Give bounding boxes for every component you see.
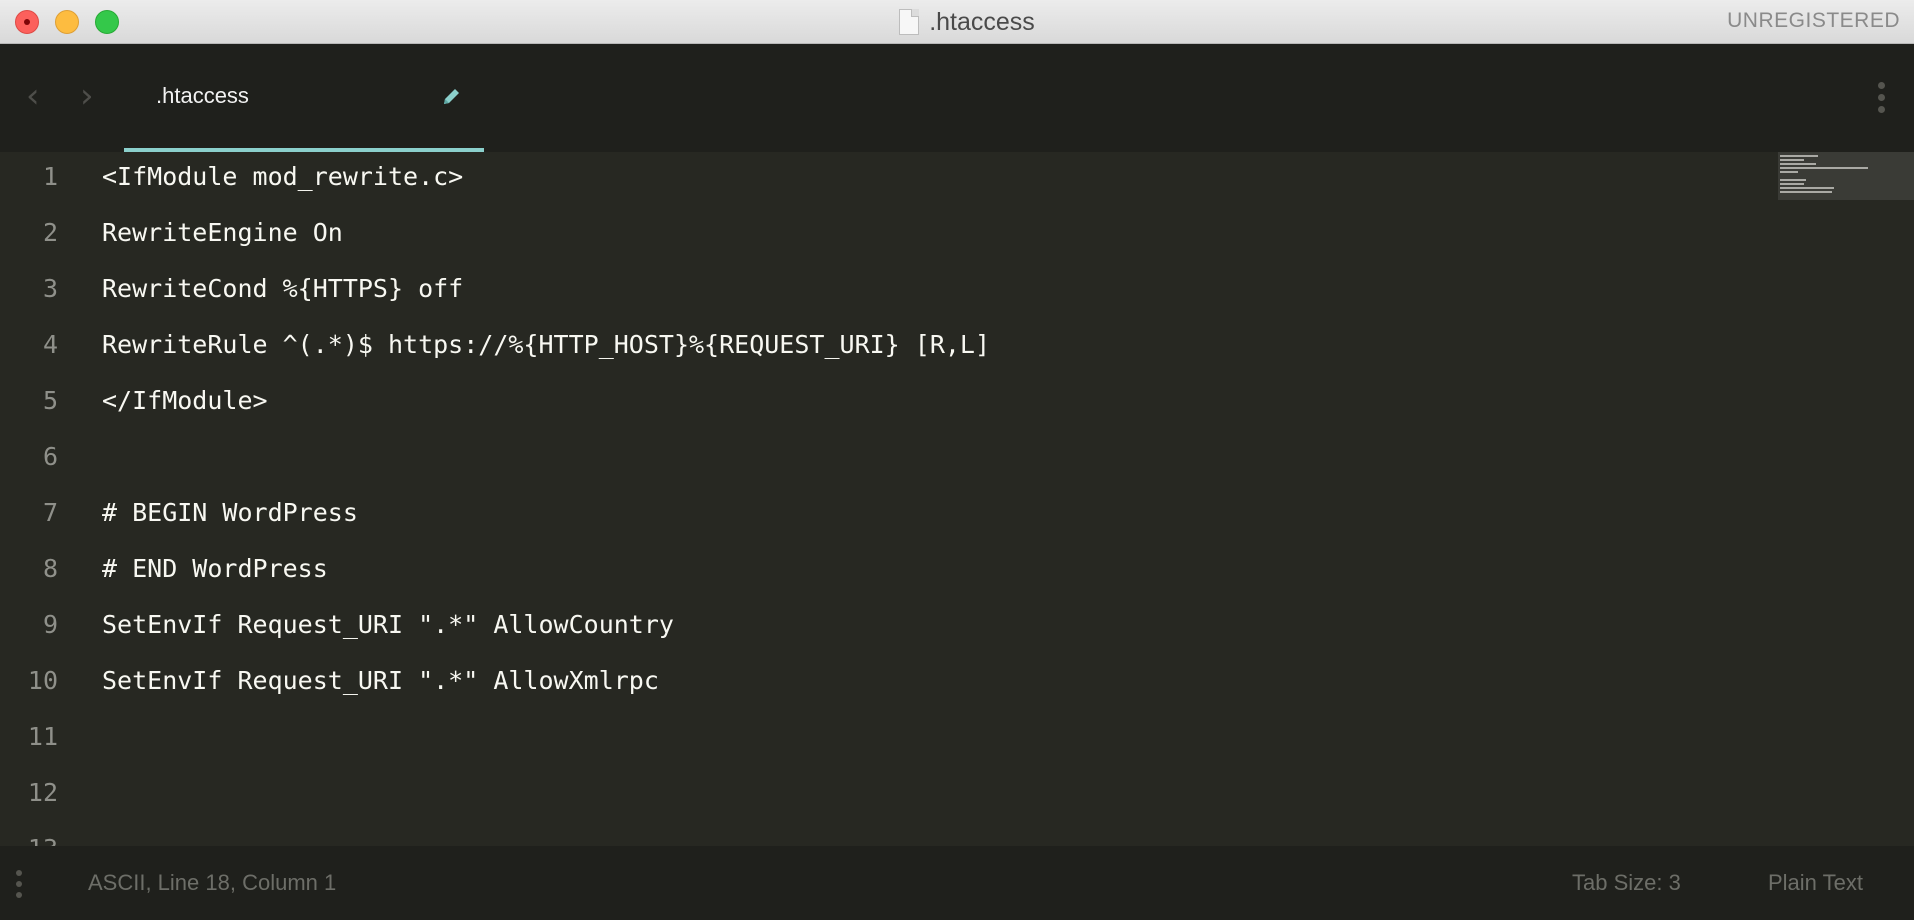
more-options-icon[interactable]	[1878, 82, 1886, 116]
line-text[interactable]: </IfModule>	[102, 386, 268, 415]
line-text[interactable]: SetEnvIf Request_URI ".*" AllowXmlrpc	[102, 666, 659, 695]
line-text[interactable]: RewriteEngine On	[102, 218, 343, 247]
code-line[interactable]: 13	[0, 824, 1770, 846]
line-number: 5	[42, 386, 58, 415]
code-line[interactable]: 1 <IfModule mod_rewrite.c>	[0, 152, 1770, 208]
panel-toggle-icon[interactable]	[16, 870, 24, 900]
status-bar: ASCII, Line 18, Column 1 Tab Size: 3 Pla…	[0, 846, 1914, 920]
line-number: 11	[27, 722, 58, 751]
unregistered-label: UNREGISTERED	[1727, 9, 1900, 32]
line-number: 6	[42, 442, 58, 471]
code-line[interactable]: 5 </IfModule>	[0, 376, 1770, 432]
code-line[interactable]: 9 SetEnvIf Request_URI ".*" AllowCountry	[0, 600, 1770, 656]
tab-label: .htaccess	[156, 83, 249, 108]
line-number: 10	[27, 666, 58, 695]
line-text[interactable]: SetEnvIf Request_URI ".*" AllowCountry	[102, 610, 674, 639]
code-line[interactable]: 11	[0, 712, 1770, 768]
code-line[interactable]: 6	[0, 432, 1770, 488]
line-number: 3	[42, 274, 58, 303]
line-text[interactable]: RewriteRule ^(.*)$ https://%{HTTP_HOST}%…	[102, 330, 990, 359]
line-number: 1	[42, 162, 58, 191]
tab-bar: ‹ › .htaccess	[0, 44, 1914, 152]
code-line[interactable]: 2 RewriteEngine On	[0, 208, 1770, 264]
document-icon	[899, 9, 920, 35]
line-number: 2	[42, 218, 58, 247]
code-line[interactable]: 8 # END WordPress	[0, 544, 1770, 600]
line-number: 4	[42, 330, 58, 359]
line-text[interactable]: RewriteCond %{HTTPS} off	[102, 274, 463, 303]
line-number: 7	[42, 498, 58, 527]
tab-size-selector[interactable]: Tab Size: 3	[1572, 870, 1681, 896]
code-editor[interactable]: 1 <IfModule mod_rewrite.c> 2 RewriteEngine …	[0, 152, 1914, 846]
cursor-position: ASCII, Line 18, Column 1	[88, 870, 337, 895]
pencil-icon	[444, 89, 459, 104]
window-title-group: .htaccess	[0, 0, 1914, 44]
line-text[interactable]: # BEGIN WordPress	[102, 498, 358, 527]
code-line[interactable]: 7 # BEGIN WordPress	[0, 488, 1770, 544]
line-number: 8	[42, 554, 58, 583]
code-line[interactable]: 4 RewriteRule ^(.*)$ https://%{HTTP_HOST}…	[0, 320, 1770, 376]
line-number: 13	[0, 834, 58, 846]
line-text[interactable]: <IfModule mod_rewrite.c>	[102, 162, 463, 191]
tab-htaccess[interactable]: .htaccess	[124, 44, 484, 152]
line-number: 12	[27, 778, 58, 807]
title-bar: .htaccess UNREGISTERED	[0, 0, 1914, 44]
line-number: 9	[42, 610, 58, 639]
minimap[interactable]	[1778, 152, 1914, 200]
code-line[interactable]: 10 SetEnvIf Request_URI ".*" AllowXmlrpc	[0, 656, 1770, 712]
code-line[interactable]: 3 RewriteCond %{HTTPS} off	[0, 264, 1770, 320]
line-text[interactable]: # END WordPress	[102, 554, 328, 583]
chevron-left-icon[interactable]: ‹	[26, 79, 54, 113]
code-line[interactable]: 12	[0, 768, 1770, 824]
window-title: .htaccess	[929, 7, 1035, 36]
chevron-right-icon[interactable]: ›	[80, 79, 108, 113]
syntax-selector[interactable]: Plain Text	[1768, 870, 1863, 896]
